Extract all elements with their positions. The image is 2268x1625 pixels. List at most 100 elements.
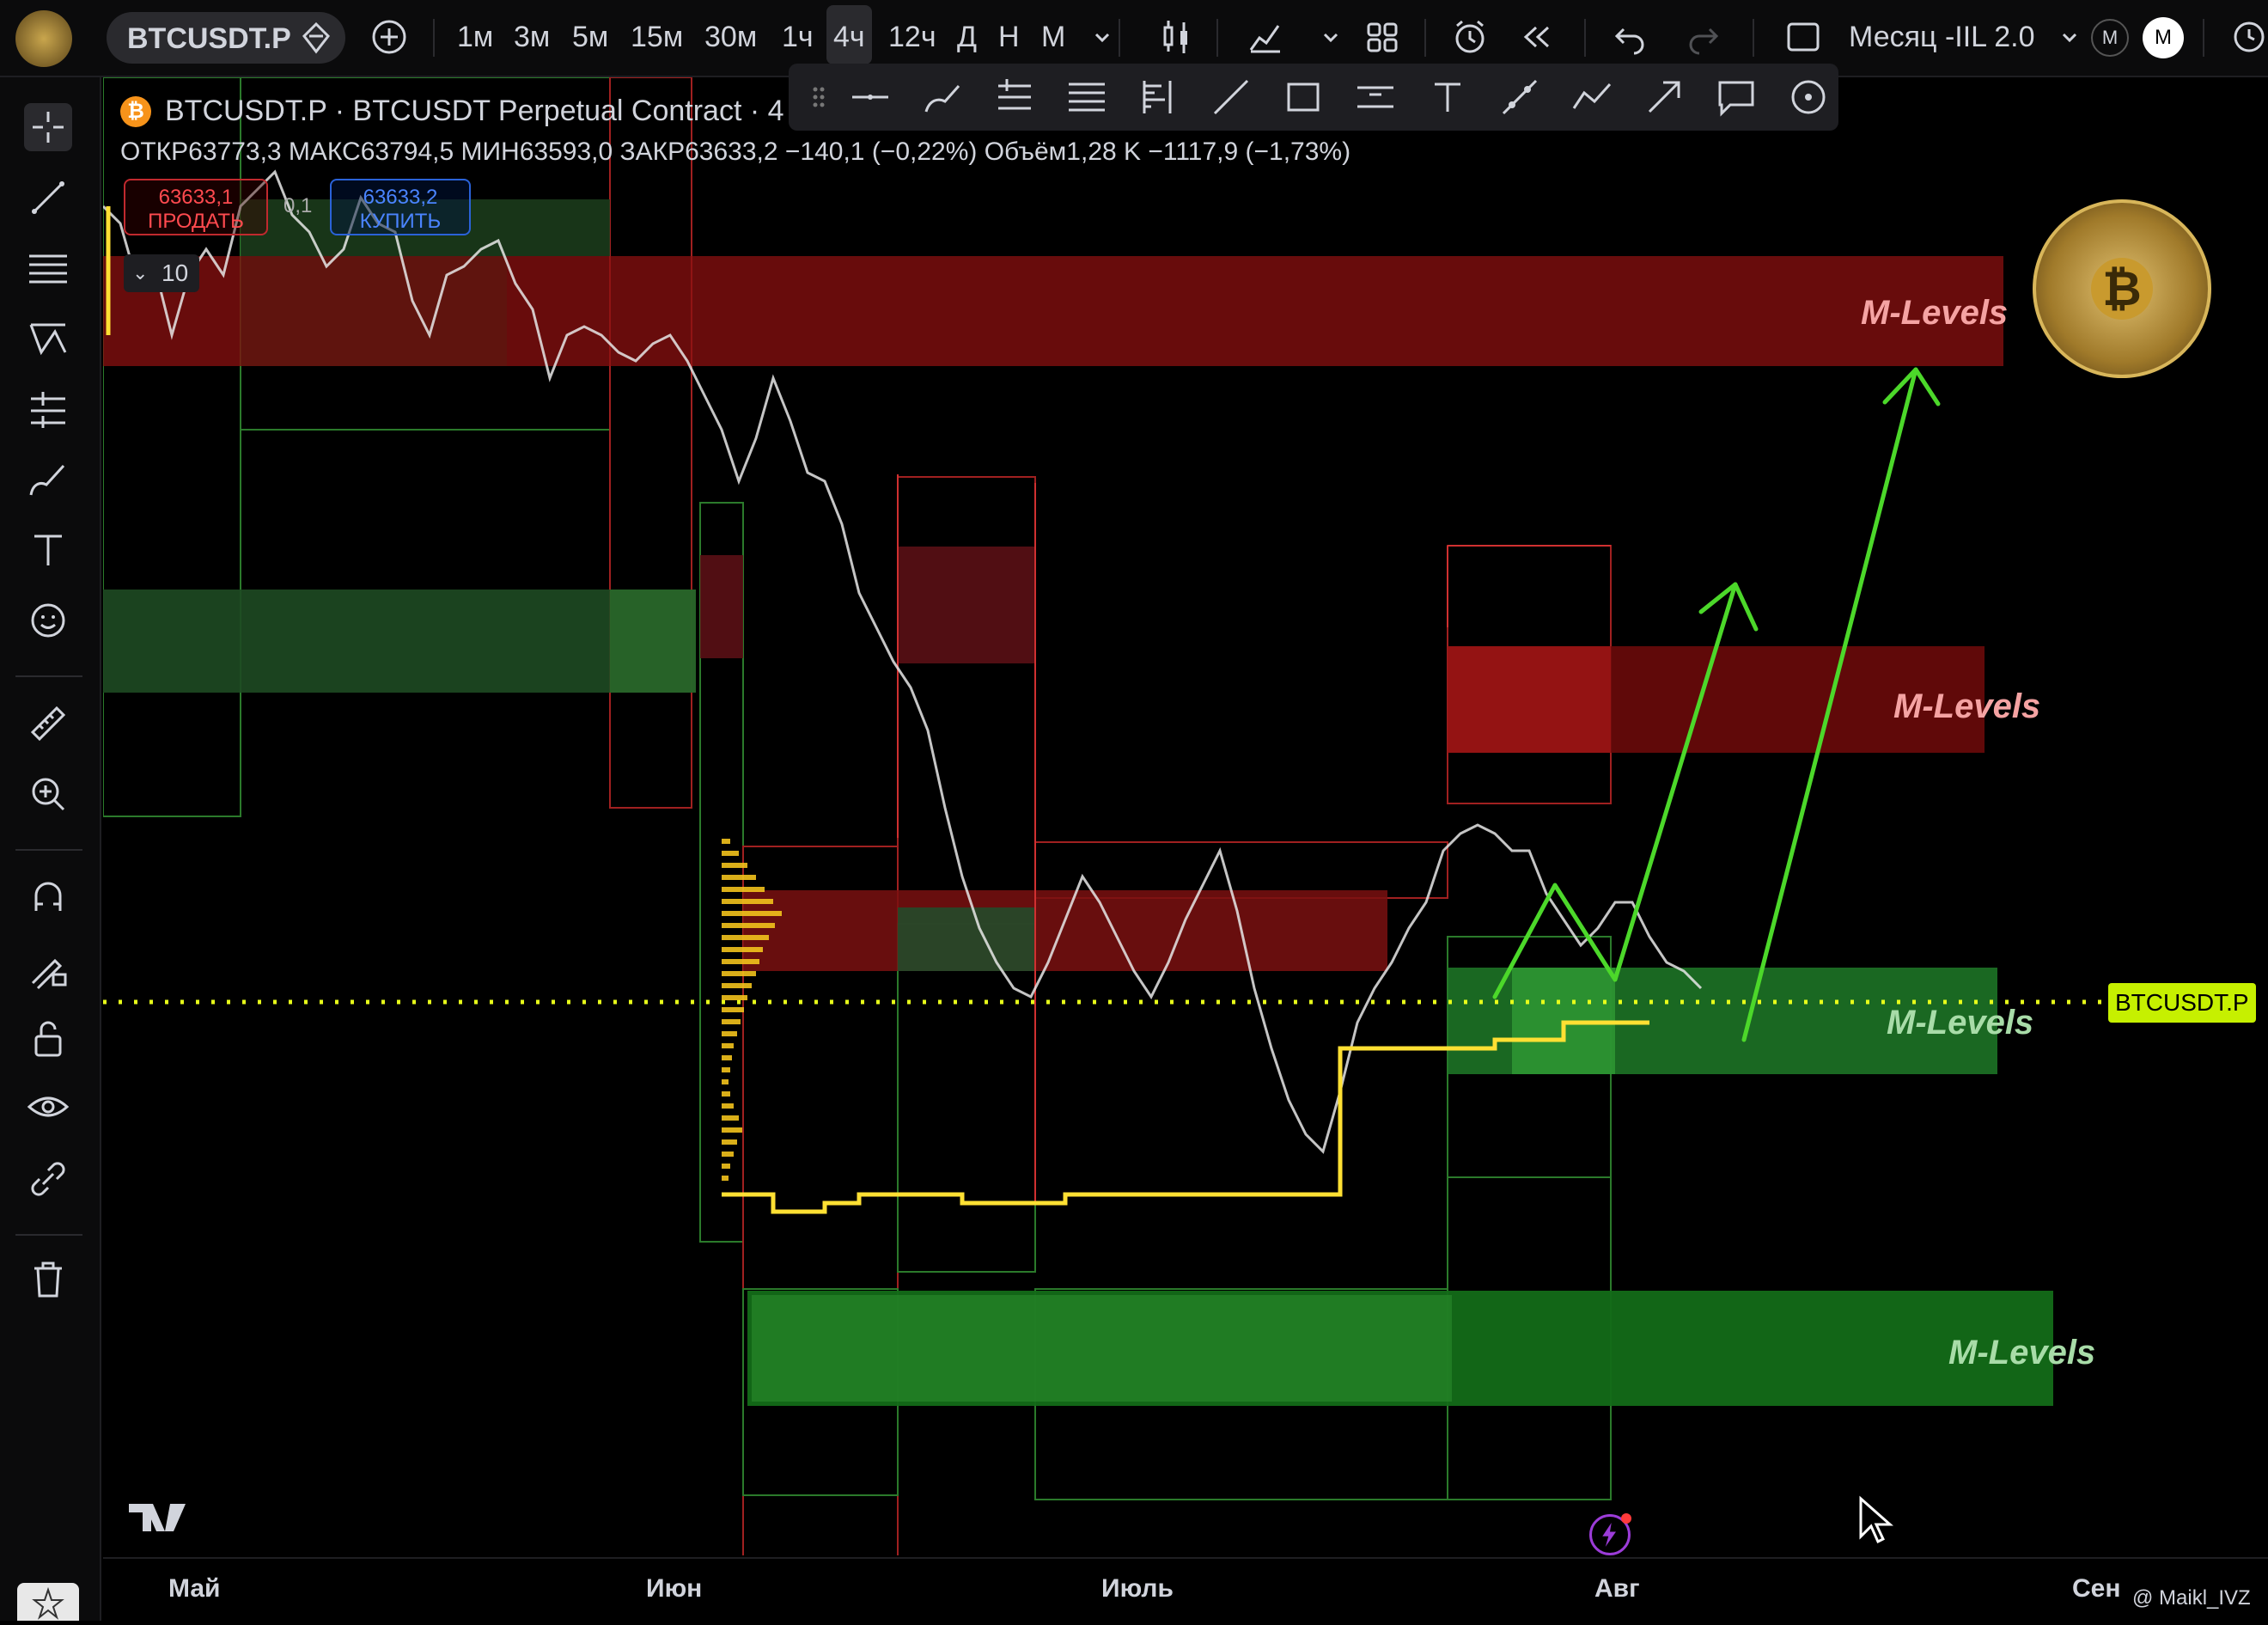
drag-handle-icon[interactable]: [796, 74, 825, 120]
xaxis-label-aug: Авг: [1594, 1574, 1640, 1603]
avatar-letter: M: [2101, 27, 2119, 48]
alert-clock-icon[interactable]: [1448, 15, 1491, 58]
text-tool-icon[interactable]: [24, 526, 72, 574]
layout-chevron-icon[interactable]: [2048, 15, 2077, 58]
profile-avatar[interactable]: M: [2143, 17, 2184, 58]
layout-name[interactable]: Месяц -IIL 2.0: [1849, 21, 2035, 54]
red-zone-right-inner: [1448, 646, 1611, 753]
pen-tool-icon[interactable]: [919, 74, 966, 120]
time-axis[interactable]: Май Июн Июль Авг Сен @ Maikl_IVZ: [103, 1557, 2268, 1622]
zoom-in-icon[interactable]: [24, 770, 72, 818]
symbol-search[interactable]: BTCUSDT.P: [107, 12, 345, 64]
chevron-down-icon: ⌄: [132, 262, 149, 284]
xaxis-label-sep: Сен: [2072, 1574, 2121, 1603]
bitcoin-coin-icon: ₿: [120, 96, 151, 127]
m-levels-zones: [103, 199, 2053, 1406]
toolbar-divider: [15, 675, 82, 677]
profile-letter: M: [2155, 26, 2172, 49]
favorites-star-icon[interactable]: [17, 1583, 79, 1621]
templates-grid-icon[interactable]: [1361, 15, 1404, 58]
extended-line-icon[interactable]: [1497, 74, 1543, 120]
link-icon[interactable]: [24, 1155, 72, 1203]
avatar[interactable]: M: [2091, 19, 2129, 57]
indicators-icon[interactable]: [1244, 15, 1287, 58]
redo-icon[interactable]: [1682, 15, 1725, 58]
toolbar-divider: [1216, 19, 1218, 57]
fib-retracement-icon[interactable]: [1064, 74, 1110, 120]
legend-ohlc: ОТКР63773,3 МАКС63794,5 МИН63593,0 ЗАКР6…: [120, 137, 1351, 166]
red-zone-top-overlay: [241, 256, 507, 366]
fixed-range-volume-icon[interactable]: [1136, 74, 1182, 120]
text-icon[interactable]: [1424, 74, 1471, 120]
magnet-icon[interactable]: [24, 873, 72, 921]
compare-diamond-icon[interactable]: [297, 19, 335, 57]
arrow-tool-icon[interactable]: [1641, 74, 1687, 120]
layout-square-icon[interactable]: [1782, 15, 1825, 58]
timeframe-month[interactable]: М: [1041, 21, 1065, 54]
m-levels-label-green-right: M-Levels: [1887, 1004, 2034, 1042]
settings-more-icon[interactable]: [1785, 74, 1832, 120]
watermark-text: @ Maikl_IVZ: [2132, 1586, 2251, 1610]
callout-icon[interactable]: [1713, 74, 1759, 120]
pattern-xabcd-icon[interactable]: [24, 315, 72, 363]
timeframe-1m[interactable]: 1м: [457, 21, 493, 54]
timeframe-15m[interactable]: 15м: [631, 21, 683, 54]
spread-value: 0,1: [284, 194, 313, 217]
logo-avatar-icon[interactable]: [15, 10, 72, 67]
sell-label: ПРОДАТЬ: [148, 210, 244, 233]
tradingview-logo-icon[interactable]: [127, 1502, 187, 1533]
toolbar-divider: [1424, 19, 1426, 57]
toolbar-divider: [1753, 19, 1754, 57]
green-zone-left-overlay: [610, 590, 696, 693]
lock-drawing-icon[interactable]: [24, 944, 72, 992]
green-zone-bottom-inner: [752, 1295, 1452, 1402]
timeframe-4h[interactable]: 4ч: [826, 5, 872, 64]
toolbar-divider: [433, 19, 435, 57]
sell-button[interactable]: 63633,1 ПРОДАТЬ: [124, 179, 268, 235]
red-zone-mid: [743, 890, 1387, 971]
buy-button[interactable]: 63633,2 КУПИТЬ: [330, 179, 471, 235]
undo-icon[interactable]: [1608, 15, 1651, 58]
xaxis-label-may: Май: [168, 1574, 221, 1603]
timeframe-12h[interactable]: 12ч: [888, 21, 936, 54]
candles-chart-type-icon[interactable]: [1155, 15, 1198, 58]
ray-line-icon[interactable]: [1208, 74, 1254, 120]
eye-visibility-icon[interactable]: [24, 1084, 72, 1133]
emoji-icon[interactable]: [24, 596, 72, 645]
fib-lines-icon[interactable]: [24, 244, 72, 292]
indicators-chevron-icon[interactable]: [1309, 15, 1338, 58]
crosshair-icon[interactable]: [24, 103, 72, 151]
trash-icon[interactable]: [24, 1255, 72, 1303]
ruler-icon[interactable]: [24, 699, 72, 748]
brush-icon[interactable]: [24, 455, 72, 504]
anchored-vwap-icon[interactable]: [1352, 74, 1399, 120]
timeframe-30m[interactable]: 30м: [704, 21, 757, 54]
red-zone-may-end: [700, 555, 743, 658]
symbol-price-tag: BTCUSDT.P: [2108, 983, 2256, 1023]
lock-icon[interactable]: [24, 1014, 72, 1062]
mouse-cursor-icon: [1857, 1495, 1895, 1547]
timeframe-1h[interactable]: 1ч: [782, 21, 814, 54]
lightning-icon[interactable]: [1589, 1513, 1631, 1555]
rectangle-icon[interactable]: [1280, 74, 1326, 120]
timeframe-5m[interactable]: 5м: [572, 21, 608, 54]
timeframe-week[interactable]: Н: [998, 21, 1020, 54]
add-symbol-icon[interactable]: [368, 15, 411, 58]
sell-price: 63633,1: [158, 186, 234, 209]
horizontal-line-icon[interactable]: [847, 74, 893, 120]
toolbar-divider: [1584, 19, 1586, 57]
quick-clock-icon[interactable]: [2225, 15, 2268, 58]
price-tag-label: BTCUSDT.P: [2115, 989, 2249, 1016]
path-icon[interactable]: [1569, 74, 1615, 120]
toolbar-divider: [15, 849, 82, 851]
quantity-dropdown[interactable]: ⌄ 10: [124, 254, 199, 292]
timeframe-day[interactable]: Д: [957, 21, 977, 54]
replay-rewind-icon[interactable]: [1515, 15, 1558, 58]
timeframe-3m[interactable]: 3м: [514, 21, 550, 54]
legend-title[interactable]: BTCUSDT.P · BTCUSDT Perpetual Contract ·…: [165, 95, 784, 128]
long-position-icon[interactable]: [991, 74, 1038, 120]
trendline-icon[interactable]: [24, 174, 72, 222]
timeframe-dropdown-chevron-icon[interactable]: [1081, 15, 1110, 58]
wall-street-levels-logo: ₿: [2033, 199, 2211, 378]
forecast-tools-icon[interactable]: [24, 385, 72, 433]
